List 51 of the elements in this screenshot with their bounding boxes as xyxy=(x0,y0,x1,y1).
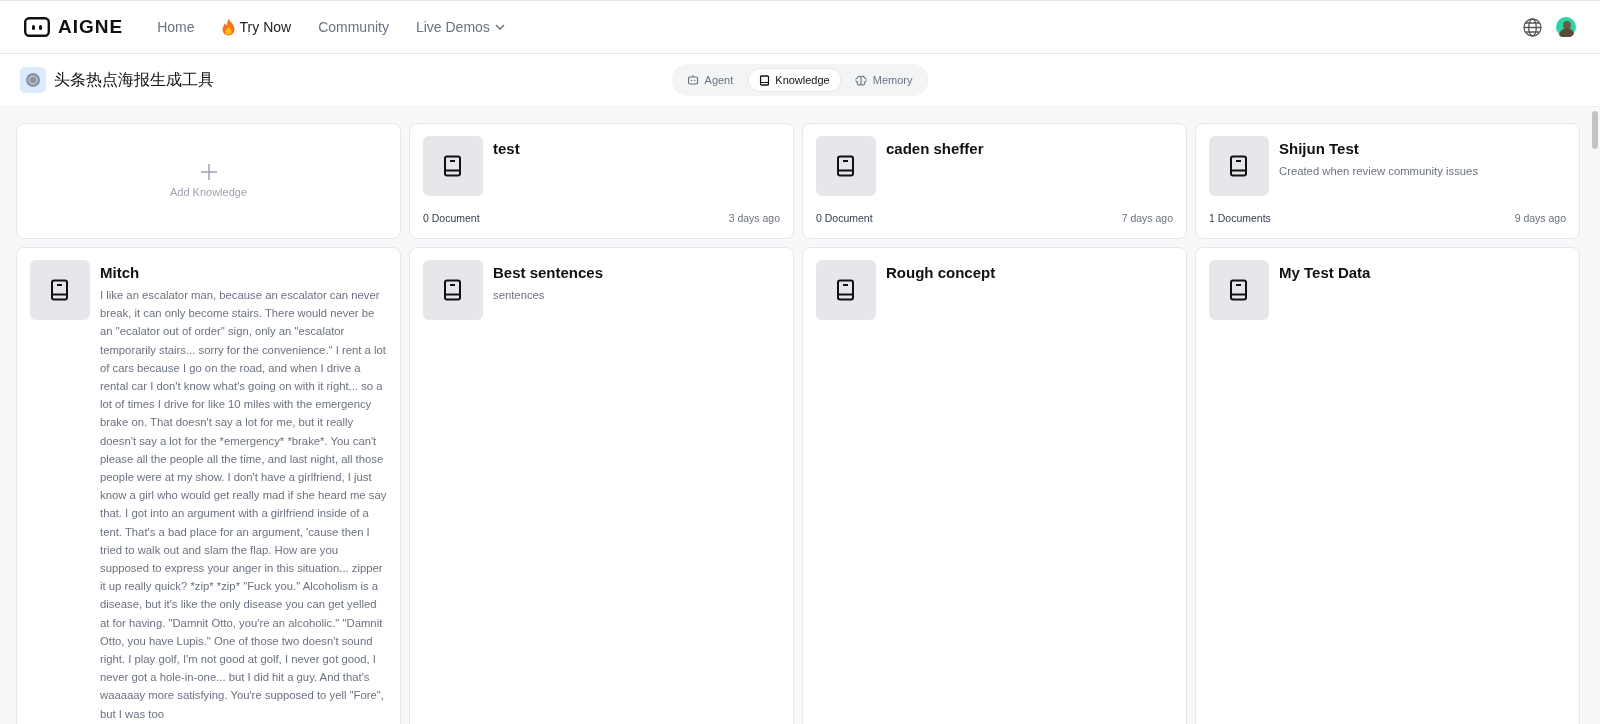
avatar-icon[interactable] xyxy=(1556,17,1576,37)
tab[interactable]: Agent xyxy=(675,68,746,92)
knowledge-title: Rough concept xyxy=(886,264,996,281)
book-icon xyxy=(443,279,463,301)
knowledge-title: Best sentences xyxy=(493,264,604,281)
knowledge-title: My Test Data xyxy=(1279,264,1371,281)
knowledge-title: caden sheffer xyxy=(886,140,984,157)
document-count: 0 Document xyxy=(816,212,873,224)
knowledge-title: Shijun Test xyxy=(1279,140,1360,157)
updated-time: 3 days ago xyxy=(728,212,780,224)
nav-link[interactable]: Home xyxy=(157,19,195,35)
brain-icon xyxy=(855,74,867,86)
scrollbar-thumb[interactable] xyxy=(1592,111,1598,149)
app-icon xyxy=(20,67,46,93)
book-icon xyxy=(1229,279,1249,301)
flame-icon xyxy=(221,18,235,36)
knowledge-title: test xyxy=(493,140,520,157)
book-icon xyxy=(836,279,856,301)
chevron-down-icon xyxy=(494,24,505,30)
tab[interactable]: Knowledge xyxy=(747,68,842,92)
knowledge-card[interactable]: Shijun Test Created when review community issues 1 Documents 9 days ago xyxy=(1195,123,1580,239)
logo-wordmark: AIGNE xyxy=(58,16,124,38)
updated-time: 7 days ago xyxy=(1121,212,1173,224)
knowledge-card[interactable]: My Test Data xyxy=(1195,247,1580,724)
book-icon xyxy=(836,155,856,177)
nav-dropdown[interactable]: Live Demos xyxy=(415,19,505,35)
document-count: 1 Documents xyxy=(1209,212,1271,224)
globe-icon[interactable] xyxy=(1523,17,1542,37)
nav-link[interactable]: Try Now xyxy=(221,18,292,36)
updated-time: 9 days ago xyxy=(1514,212,1566,224)
book-icon xyxy=(1229,155,1249,177)
nav-link[interactable]: Community xyxy=(318,19,389,35)
document-count: 0 Document xyxy=(423,212,480,224)
knowledge-description: sentences xyxy=(493,288,546,303)
knowledge-card[interactable]: Best sentences sentences xyxy=(409,247,794,724)
robot-icon xyxy=(687,75,699,85)
knowledge-card[interactable]: caden sheffer 0 Document 7 days ago xyxy=(802,123,1187,239)
knowledge-card[interactable]: test 0 Document 3 days ago xyxy=(409,123,794,239)
plus-icon xyxy=(200,164,217,180)
knowledge-title: Mitch xyxy=(100,264,141,281)
book-icon xyxy=(759,74,770,86)
tab[interactable]: Memory xyxy=(843,68,925,92)
knowledge-card[interactable]: Rough concept xyxy=(802,247,1187,724)
knowledge-card[interactable] xyxy=(16,247,401,724)
knowledge-description: Created when review community issues xyxy=(1279,164,1479,179)
knowledge-description: I like an escalator man, because an escalator can never break, it can only become stairs. There would never be an "ecalator out of order" sign, only an "escalator temporarily stairs... sorry for the convenience." I rent a lot of cars because I go on the road, and when I drive a rental car I don't know what's going on with it right... so a lot of times I drive for like 10 miles with the emergency brake on. That doesn't say a lot for me, but it really doesn't say a lot for the *emergency* *brake*. You can't please all the people all the time, and last night, all those people were at my show. I don't have a girlfriend, I just know a girl who would get really mad if she heard me say that. I got into an argument with a girlfriend inside of a tent. That's a bad place for an argument, 'cause then I tried to walk out and slam the flap. How are you supposed to express your anger in this situation... zipper it up really quick? *zip* *zip* "Fuck you." Alcoholism is a disease, but it's like the only disease you can get yelled at for having. "Damnit Otto, you're an alcoholic." "Damnit Otto, you have Lupis." One of those two doesn't sound right. I play golf, I'm not good at golf, I never got good, I never got a hole-in-one... but I did hit a guy. And that's waaaaay more satisfying. You're supposed to yell "Fore", but I was too xyxy=(100,288,387,722)
logo-icon xyxy=(24,17,50,37)
book-icon xyxy=(443,155,463,177)
add-knowledge-label: Add Knowledge xyxy=(169,186,248,198)
book-icon xyxy=(50,279,70,301)
app-title: 头条热点海报生成工具 xyxy=(54,69,214,90)
